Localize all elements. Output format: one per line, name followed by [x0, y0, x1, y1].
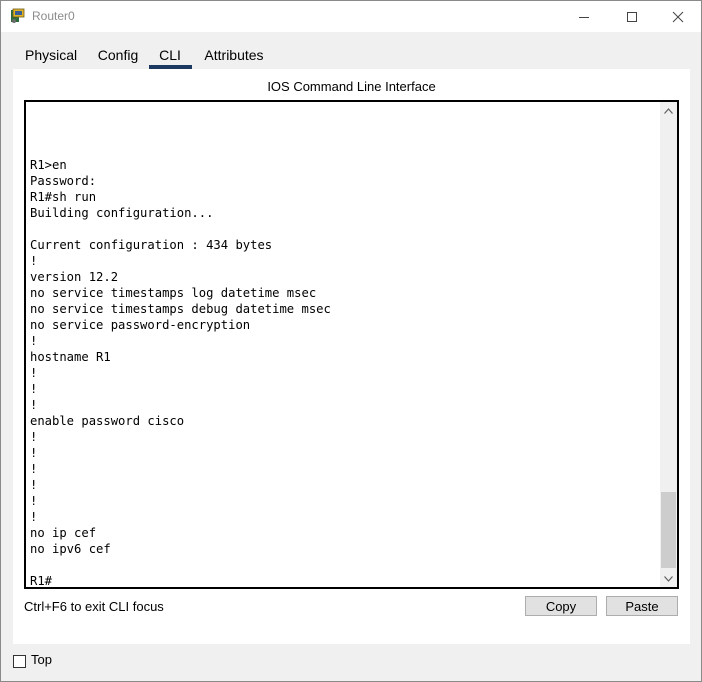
scrollbar-thumb[interactable]	[661, 492, 676, 568]
tab-physical[interactable]: Physical	[25, 43, 77, 69]
maximize-button[interactable]	[609, 1, 655, 32]
scroll-up-button[interactable]	[660, 102, 677, 119]
tab-attributes[interactable]: Attributes	[203, 43, 265, 69]
terminal-scrollbar[interactable]	[660, 102, 677, 587]
router-app-icon	[10, 8, 26, 24]
title-bar[interactable]: Router0	[1, 1, 701, 32]
window-title: Router0	[32, 9, 75, 23]
chevron-down-icon	[664, 575, 673, 582]
maximize-icon	[627, 11, 637, 22]
scroll-down-button[interactable]	[660, 570, 677, 587]
paste-button[interactable]: Paste	[606, 596, 678, 616]
close-icon	[672, 11, 684, 22]
router-window: Router0 Physical Config CLI Attributes I…	[0, 0, 702, 682]
panel-title: IOS Command Line Interface	[267, 79, 436, 94]
cli-terminal[interactable]: R1>en Password: R1#sh run Building confi…	[24, 100, 679, 589]
tab-config[interactable]: Config	[97, 43, 139, 69]
minimize-icon	[579, 16, 589, 18]
tab-bar: Physical Config CLI Attributes	[13, 43, 689, 69]
close-button[interactable]	[655, 1, 701, 32]
cli-panel: IOS Command Line Interface R1>en Passwor…	[13, 69, 690, 644]
copy-button[interactable]: Copy	[525, 596, 597, 616]
top-checkbox-label: Top	[31, 652, 52, 667]
terminal-output[interactable]: R1>en Password: R1#sh run Building confi…	[30, 109, 331, 587]
minimize-button[interactable]	[561, 1, 607, 32]
cli-focus-hint: Ctrl+F6 to exit CLI focus	[24, 599, 164, 614]
chevron-up-icon	[664, 107, 673, 114]
top-checkbox[interactable]	[13, 655, 26, 668]
